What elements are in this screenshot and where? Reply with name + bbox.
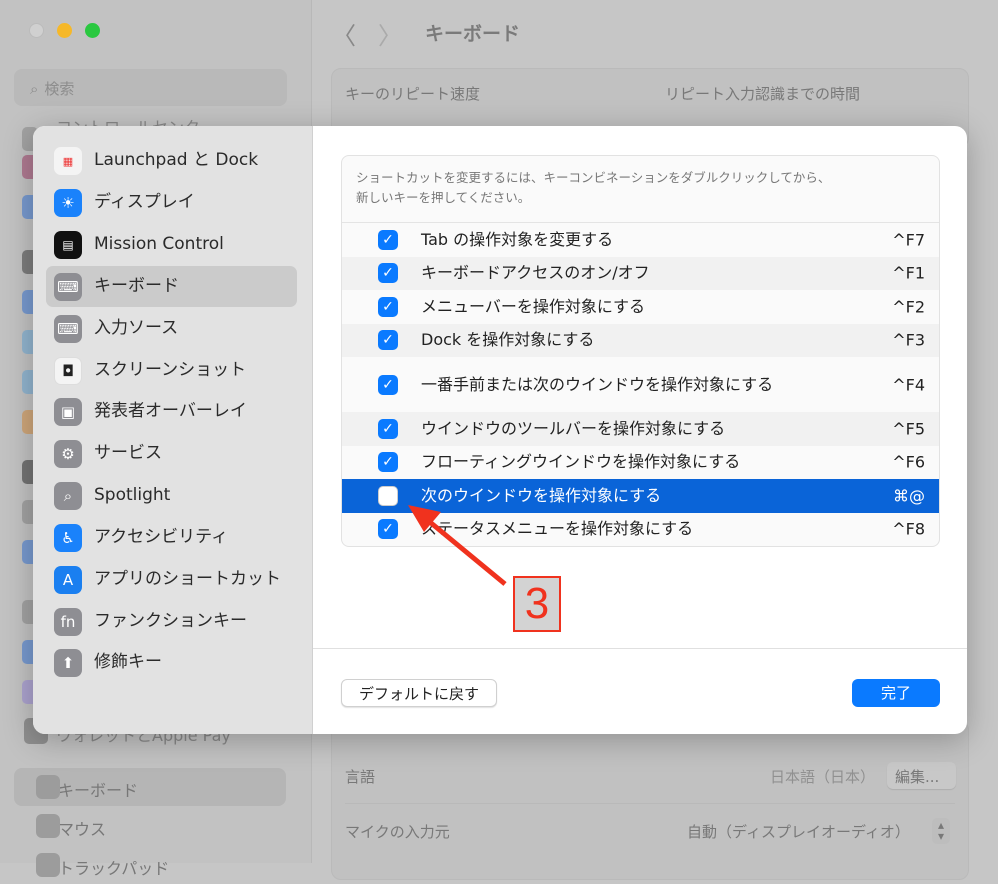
- annotation-step-badge: 3: [513, 576, 561, 632]
- annotation-arrow: [408, 505, 507, 586]
